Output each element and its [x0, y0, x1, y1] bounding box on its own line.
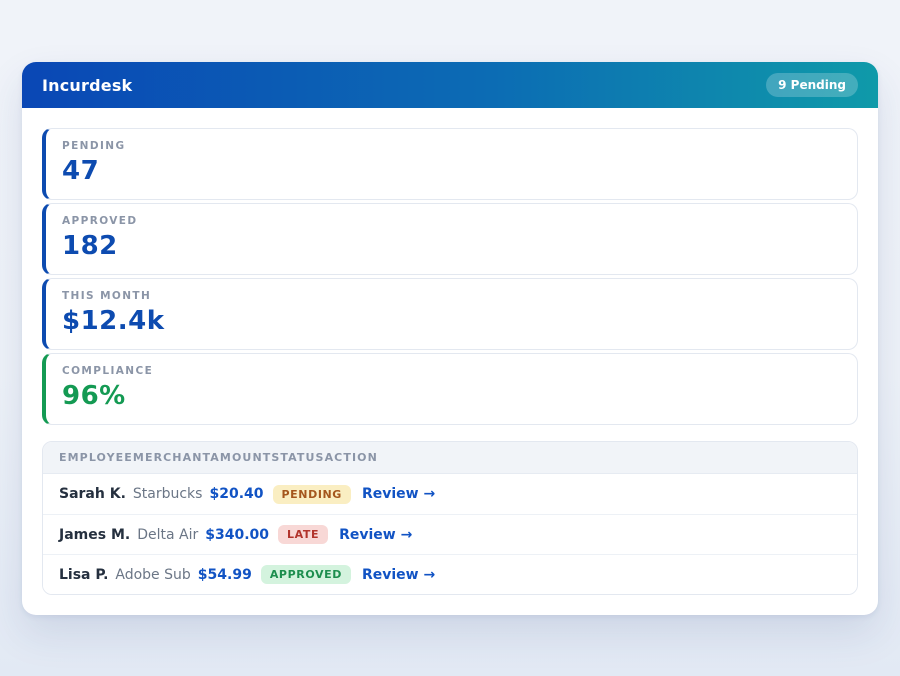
- amount-value: $54.99: [198, 567, 252, 583]
- status-badge: APPROVED: [261, 565, 351, 584]
- review-link[interactable]: Review →: [362, 567, 435, 583]
- table-row: James M. Delta Air $340.00 LATE Review →: [43, 514, 857, 554]
- transactions-table: EMPLOYEEMERCHANTAMOUNTSTATUSACTION Sarah…: [42, 441, 858, 595]
- merchant-name: Adobe Sub: [115, 567, 190, 583]
- amount-value: $340.00: [205, 527, 269, 543]
- stat-label: THIS MONTH: [62, 290, 841, 302]
- status-badge: PENDING: [273, 485, 351, 504]
- column-header-amount: AMOUNT: [210, 451, 271, 464]
- app-header: Incurdesk 9 Pending: [22, 62, 878, 108]
- table-row: Lisa P. Adobe Sub $54.99 APPROVED Review…: [43, 554, 857, 594]
- employee-name: James M.: [59, 527, 130, 543]
- stat-card-pending: PENDING 47: [42, 128, 858, 200]
- panel-body: PENDING 47 APPROVED 182 THIS MONTH $12.4…: [22, 108, 878, 615]
- employee-name: Sarah K.: [59, 486, 126, 502]
- stat-value: 182: [62, 231, 841, 261]
- stat-label: APPROVED: [62, 215, 841, 227]
- amount-value: $20.40: [209, 486, 263, 502]
- main-panel: Incurdesk 9 Pending PENDING 47 APPROVED …: [22, 62, 878, 615]
- merchant-name: Delta Air: [137, 527, 198, 543]
- app-title: Incurdesk: [42, 76, 132, 95]
- column-header-merchant: MERCHANT: [133, 451, 210, 464]
- stat-card-this-month: THIS MONTH $12.4k: [42, 278, 858, 350]
- review-link[interactable]: Review →: [339, 527, 412, 543]
- stat-value: $12.4k: [62, 306, 841, 336]
- stat-card-approved: APPROVED 182: [42, 203, 858, 275]
- stat-label: COMPLIANCE: [62, 365, 841, 377]
- column-header-action: ACTION: [325, 451, 378, 464]
- pending-count-badge: 9 Pending: [766, 73, 858, 97]
- review-link[interactable]: Review →: [362, 486, 435, 502]
- column-header-status: STATUS: [271, 451, 324, 464]
- table-row: Sarah K. Starbucks $20.40 PENDING Review…: [43, 474, 857, 514]
- status-badge: LATE: [278, 525, 328, 544]
- stat-value: 96%: [62, 381, 841, 411]
- merchant-name: Starbucks: [133, 486, 203, 502]
- employee-name: Lisa P.: [59, 567, 108, 583]
- table-header-row: EMPLOYEEMERCHANTAMOUNTSTATUSACTION: [43, 442, 857, 474]
- stat-label: PENDING: [62, 140, 841, 152]
- column-header-employee: EMPLOYEE: [59, 451, 133, 464]
- stat-card-compliance: COMPLIANCE 96%: [42, 353, 858, 425]
- stat-value: 47: [62, 156, 841, 186]
